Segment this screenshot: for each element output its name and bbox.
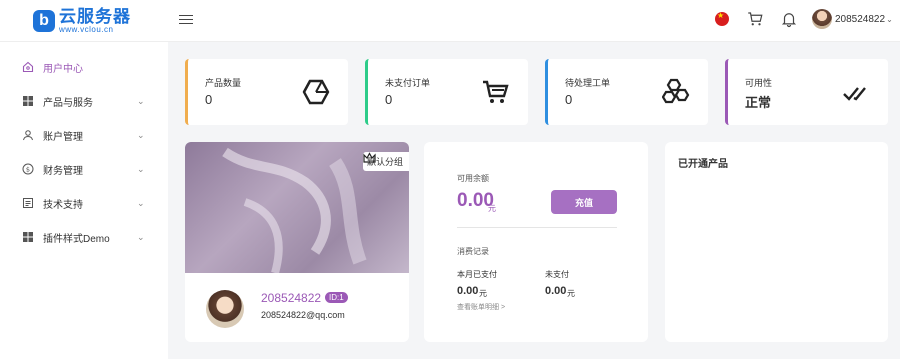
paid-this-month-label: 本月已支付 <box>457 270 497 279</box>
stat-label: 可用性 <box>745 78 773 88</box>
records-title: 消费记录 <box>457 247 489 256</box>
home-icon <box>22 61 34 73</box>
chevron-down-icon: ⌄ <box>137 231 145 242</box>
sidebar-item-support[interactable]: 技术支持 ⌄ <box>0 186 168 220</box>
stat-card-products[interactable]: 产品数量 0 <box>185 59 348 125</box>
stat-value: 0 <box>565 92 573 107</box>
logo-badge: b <box>33 10 55 32</box>
double-check-icon <box>843 87 866 101</box>
divider <box>457 227 617 228</box>
stat-value: 正常 <box>745 95 772 110</box>
language-flag-icon[interactable] <box>715 11 729 26</box>
logo-title: 云服务器 <box>59 7 131 26</box>
sidebar-item-label: 账户管理 <box>43 131 83 143</box>
stat-label: 产品数量 <box>205 78 242 88</box>
avatar <box>206 290 244 328</box>
sidebar-item-products[interactable]: 产品与服务 ⌄ <box>0 84 168 118</box>
stat-label: 未支付订单 <box>385 78 431 88</box>
unpaid-value: 0.00 <box>545 285 567 297</box>
chevron-down-icon: ⌄ <box>137 197 145 208</box>
profile-banner-image: 默认分组 <box>185 142 409 273</box>
sidebar-item-label: 产品与服务 <box>43 97 93 109</box>
balance-card: 可用余额 0.00 元 充值 消费记录 本月已支付 0.00 元 未支付 0.0… <box>424 142 648 342</box>
user-menu[interactable]: 208524822 ⌄ <box>812 9 893 29</box>
top-header: b 云服务器 www.vclou.cn 208524822 ⌄ <box>0 0 900 42</box>
cart-icon <box>483 80 509 103</box>
unpaid-unit: 元 <box>567 289 575 298</box>
paid-unit: 元 <box>479 289 487 298</box>
stat-card-pending-tickets[interactable]: 待处理工单 0 <box>545 59 708 125</box>
bell-icon[interactable] <box>780 10 798 28</box>
svg-text:$: $ <box>26 166 30 174</box>
sidebar-item-label: 插件样式Demo <box>43 233 110 245</box>
ticket-icon <box>23 198 33 208</box>
hexagons-icon <box>662 78 690 104</box>
crown-icon <box>363 152 376 163</box>
sidebar-item-label: 技术支持 <box>43 199 83 211</box>
products-card: 已开通产品 <box>665 142 888 342</box>
bill-details-link[interactable]: 查看账单明细 > <box>457 302 505 312</box>
sidebar-item-label: 用户中心 <box>43 63 83 75</box>
paid-this-month-value: 0.00 <box>457 285 479 297</box>
chevron-down-icon: ⌄ <box>137 129 145 140</box>
stat-card-availability[interactable]: 可用性 正常 <box>725 59 888 125</box>
menu-toggle-icon[interactable] <box>179 12 193 26</box>
profile-card: 默认分组 208524822 ID:1 208524822@qq.com <box>185 142 409 342</box>
balance-unit: 元 <box>488 204 496 213</box>
logo[interactable]: b 云服务器 www.vclou.cn <box>33 8 131 34</box>
stat-value: 0 <box>385 92 393 107</box>
grid-icon <box>23 96 33 106</box>
chevron-down-icon: ⌄ <box>137 163 145 174</box>
hexagon-icon <box>302 79 330 105</box>
chevron-down-icon: ⌄ <box>137 95 145 106</box>
cart-icon[interactable] <box>746 10 764 28</box>
sidebar-item-account[interactable]: 账户管理 ⌄ <box>0 118 168 152</box>
user-id-badge: ID:1 <box>325 292 348 303</box>
sidebar-item-finance[interactable]: $ 财务管理 ⌄ <box>0 152 168 186</box>
dollar-icon: $ <box>22 163 34 175</box>
recharge-button[interactable]: 充值 <box>551 190 617 214</box>
profile-username: 208524822 <box>261 291 322 305</box>
unpaid-label: 未支付 <box>545 270 569 279</box>
header-username: 208524822 <box>835 13 886 25</box>
stat-label: 待处理工单 <box>565 78 611 88</box>
avatar <box>812 9 832 29</box>
sidebar: 用户中心 产品与服务 ⌄ 账户管理 ⌄ $ 财务管理 ⌄ 技术支持 ⌄ 插件样式… <box>0 42 168 359</box>
grid-icon <box>23 232 33 242</box>
stat-card-unpaid-orders[interactable]: 未支付订单 0 <box>365 59 528 125</box>
chevron-down-icon: ⌄ <box>886 14 893 24</box>
stat-value: 0 <box>205 92 213 107</box>
balance-label: 可用余额 <box>457 174 489 183</box>
sidebar-item-user-center[interactable]: 用户中心 <box>0 50 168 84</box>
sidebar-item-plugin-demo[interactable]: 插件样式Demo ⌄ <box>0 220 168 254</box>
user-icon <box>23 130 33 141</box>
products-title: 已开通产品 <box>678 159 728 170</box>
group-tag[interactable]: 默认分组 <box>362 152 409 171</box>
logo-url: www.vclou.cn <box>59 25 114 34</box>
profile-email: 208524822@qq.com <box>261 310 345 320</box>
sidebar-item-label: 财务管理 <box>43 165 83 177</box>
